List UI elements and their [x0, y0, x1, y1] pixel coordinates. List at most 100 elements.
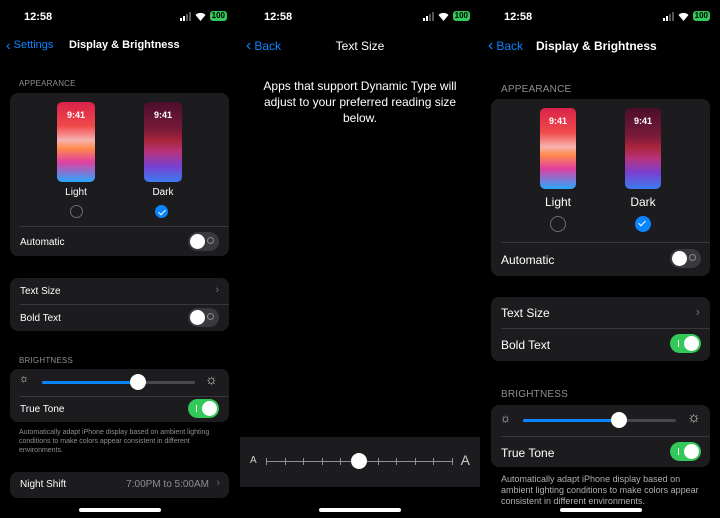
status-time: 12:58 [24, 11, 53, 23]
brightness-slider[interactable] [130, 374, 147, 390]
true-tone-label: True Tone [20, 404, 65, 415]
dark-label: Dark [630, 195, 656, 209]
settings-screen-display-brightness-large: 12:58 100 ‹ Back Display & Brightness AP… [482, 0, 720, 518]
automatic-label: Automatic [20, 237, 65, 248]
bold-text-label: Bold Text [20, 313, 61, 324]
wifi-icon [195, 12, 206, 21]
settings-screen-display-brightness: 12:58 100 ‹ Settings Display & Brightnes… [0, 0, 237, 518]
preview-time: 9:41 [548, 116, 567, 126]
night-shift-label: Night Shift [20, 479, 67, 490]
dark-radio[interactable] [155, 205, 168, 218]
home-indicator[interactable] [319, 508, 401, 512]
true-tone-label: True Tone [501, 446, 555, 460]
sun-small-icon: ☼ [500, 411, 511, 425]
chevron-left-icon: ‹ [488, 37, 494, 54]
bold-text-label: Bold Text [501, 338, 551, 352]
wifi-icon [678, 12, 689, 21]
wifi-icon [438, 12, 449, 21]
dark-radio[interactable] [635, 216, 651, 232]
text-size-row[interactable]: Text Size [20, 286, 61, 297]
automatic-label: Automatic [501, 253, 555, 267]
divider [501, 328, 710, 329]
text-size-tick[interactable] [377, 458, 379, 465]
nav-bar: ‹ Back Display & Brightness [482, 36, 720, 56]
back-label: Back [496, 39, 524, 53]
status-bar: 12:58 100 [0, 10, 237, 26]
page-title: Text Size [335, 39, 385, 53]
battery-icon: 100 [209, 11, 227, 21]
page-title: Display & Brightness [536, 39, 657, 53]
night-shift-row[interactable]: Night Shift 7:00PM to 5:00AM › [10, 472, 229, 498]
text-size-tick[interactable] [433, 458, 435, 465]
back-button[interactable]: ‹ Back [488, 37, 524, 54]
cellular-signal-icon [179, 11, 191, 21]
chevron-right-icon: › [215, 284, 219, 296]
text-size-tick[interactable] [396, 458, 398, 465]
preview-time: 9:41 [66, 110, 85, 120]
appearance-group: 9:41 9:41 Light Dark Automatic [491, 99, 710, 276]
true-tone-toggle[interactable] [670, 442, 701, 461]
nav-bar: ‹ Settings Display & Brightness [0, 36, 237, 56]
bold-text-toggle[interactable] [670, 334, 701, 353]
light-radio[interactable] [70, 205, 83, 218]
text-size-tick[interactable] [452, 458, 453, 465]
appearance-group: 9:41 9:41 Light Dark Automatic [10, 93, 229, 256]
status-bar: 12:58 100 [482, 10, 720, 26]
sun-small-icon: ☼ [19, 373, 30, 385]
status-time: 12:58 [504, 11, 533, 23]
large-a-label: A [460, 452, 470, 468]
sun-large-icon: ☼ [687, 409, 701, 426]
divider [20, 226, 229, 227]
cellular-signal-icon [662, 11, 674, 21]
night-shift-value: 7:00PM to 5:00AM [126, 479, 209, 490]
text-size-tick[interactable] [340, 458, 342, 465]
appearance-header: APPEARANCE [501, 84, 572, 95]
bold-text-toggle[interactable] [188, 308, 219, 327]
light-mode-preview[interactable]: 9:41 [57, 102, 95, 182]
appearance-header: APPEARANCE [19, 79, 76, 88]
text-size-tick[interactable] [303, 458, 305, 465]
home-indicator[interactable] [560, 508, 642, 512]
divider [501, 242, 710, 243]
dark-mode-preview[interactable]: 9:41 [625, 108, 661, 189]
text-size-slider-bar: A A [240, 437, 480, 487]
automatic-toggle[interactable] [670, 249, 701, 268]
dark-mode-preview[interactable]: 9:41 [144, 102, 182, 182]
true-tone-footnote: Automatically adapt iPhone display based… [501, 474, 699, 506]
text-size-tick[interactable] [284, 458, 286, 465]
brightness-group: ☼ ☼ True Tone [10, 369, 229, 422]
dark-label: Dark [152, 187, 174, 198]
preview-time: 9:41 [153, 110, 172, 120]
light-label: Light [544, 195, 572, 209]
battery-icon: 100 [692, 11, 710, 21]
text-size-slider-thumb[interactable] [351, 453, 367, 469]
light-mode-preview[interactable]: 9:41 [540, 108, 576, 189]
text-size-tick[interactable] [321, 458, 323, 465]
battery-icon: 100 [452, 11, 470, 21]
true-tone-toggle[interactable] [188, 399, 219, 418]
automatic-toggle[interactable] [188, 232, 219, 251]
text-size-description: Apps that support Dynamic Type will adju… [263, 79, 457, 125]
back-button[interactable]: ‹ Settings [6, 37, 54, 53]
back-label: Settings [13, 39, 54, 51]
brightness-header: BRIGHTNESS [501, 389, 569, 400]
text-group: Text Size › Bold Text [491, 297, 710, 361]
settings-screen-text-size: 12:58 100 ‹ Back Text Size Apps that sup… [240, 0, 480, 518]
light-radio[interactable] [550, 216, 566, 232]
page-title: Display & Brightness [69, 39, 180, 51]
chevron-left-icon: ‹ [6, 37, 11, 53]
divider [20, 304, 229, 305]
text-size-tick[interactable] [266, 458, 267, 465]
small-a-label: A [250, 455, 257, 466]
status-bar: 12:58 100 [240, 10, 480, 26]
chevron-right-icon: › [695, 304, 700, 319]
sun-large-icon: ☼ [205, 371, 218, 387]
status-time: 12:58 [264, 11, 293, 23]
brightness-slider[interactable] [611, 412, 628, 428]
divider [501, 436, 710, 437]
text-size-tick[interactable] [414, 458, 416, 465]
nav-bar: ‹ Back Text Size [240, 36, 480, 56]
brightness-header: BRIGHTNESS [19, 356, 74, 365]
text-size-row[interactable]: Text Size [501, 306, 550, 320]
home-indicator[interactable] [79, 508, 161, 512]
